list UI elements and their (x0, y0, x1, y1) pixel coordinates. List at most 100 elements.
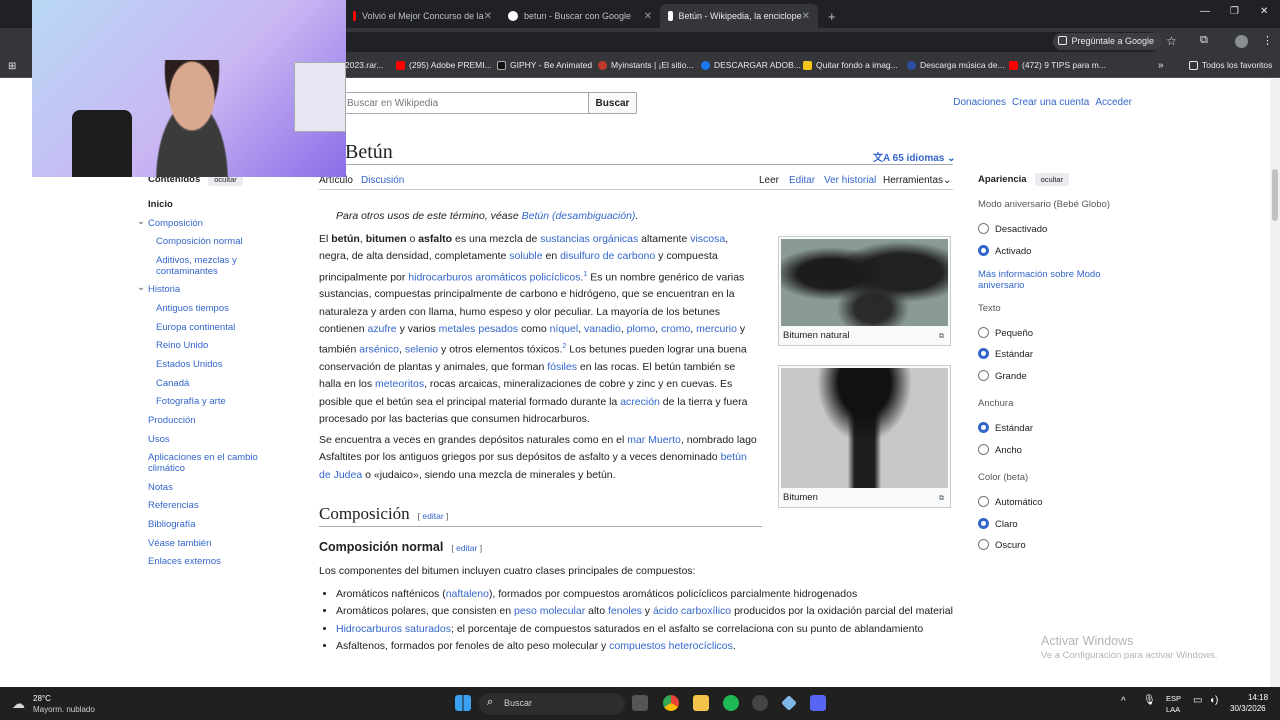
bitumen-spoon-image[interactable] (781, 368, 948, 488)
browser-tab[interactable]: Volvió el Mejor Concurso de la ✕ (345, 4, 500, 28)
more-info-link[interactable]: Más información sobre Modo (978, 269, 1101, 280)
toc-item[interactable]: Notas (148, 482, 173, 493)
radio-option[interactable]: Pequeño (978, 327, 1033, 339)
login-link[interactable]: Acceder (1095, 97, 1132, 108)
extensions-icon[interactable]: ⧉ (1200, 34, 1208, 47)
chevron-down-icon[interactable]: ⌄ (137, 216, 145, 227)
scrollbar[interactable] (1270, 79, 1280, 687)
radio-option[interactable]: Estándar (978, 422, 1033, 434)
create-account-link[interactable]: Crear una cuenta (1012, 97, 1089, 108)
radio-on[interactable] (978, 348, 989, 359)
toc-item[interactable]: Bibliografía (148, 519, 196, 530)
radio-option[interactable]: Grande (978, 370, 1027, 382)
toc-item[interactable]: Historia (148, 284, 180, 295)
radio-option[interactable]: Estándar (978, 348, 1033, 360)
profile-avatar[interactable] (1235, 35, 1248, 48)
weather-desc[interactable]: Mayorm. nublado (33, 705, 95, 714)
toc-item[interactable]: Composición (148, 218, 203, 229)
bitumen-rock-image[interactable] (781, 239, 948, 326)
chevron-up-icon[interactable]: ^ (1121, 696, 1126, 707)
discord-icon[interactable] (810, 695, 826, 711)
appearance-hide-button[interactable]: ocultar (1034, 173, 1070, 186)
edit-section-link[interactable]: [ editar ] (451, 543, 482, 553)
toc-item[interactable]: Producción (148, 415, 196, 426)
monitor-icon[interactable]: ▭ (1193, 695, 1202, 706)
file-explorer-icon[interactable] (693, 695, 709, 711)
radio-option[interactable]: Ancho (978, 444, 1022, 456)
close-icon[interactable]: ✕ (802, 11, 810, 22)
browser-tab-active[interactable]: Betún - Wikipedia, la enciclope ✕ (660, 4, 818, 28)
clock-date[interactable]: 30/3/2026 (1230, 704, 1266, 713)
chevron-down-icon[interactable]: ⌄ (137, 282, 145, 293)
close-icon[interactable]: ✕ (484, 11, 492, 22)
toc-item[interactable]: Composición normal (156, 236, 243, 247)
app-icon[interactable] (781, 695, 797, 711)
tab-edit[interactable]: Editar (789, 175, 815, 186)
wiki-search-input[interactable]: Buscar en Wikipedia (342, 92, 590, 114)
radio-off[interactable] (978, 370, 989, 381)
clock-time[interactable]: 14:18 (1248, 693, 1268, 702)
bookmark-item[interactable]: 2023.rar... (345, 60, 383, 70)
menu-icon[interactable]: ⋮ (1262, 34, 1273, 47)
tab-read[interactable]: Leer (759, 175, 779, 186)
radio-option[interactable]: Oscuro (978, 539, 1026, 551)
bookmark-item[interactable]: (472) 9 TIPS para m... (1009, 60, 1106, 70)
bookmark-item[interactable]: Myinstants | ¡El sitio... (598, 60, 694, 70)
tab-talk[interactable]: Discusión (361, 175, 404, 186)
chrome-icon[interactable] (663, 695, 679, 711)
ask-google-button[interactable]: Pregúntale a Google (1053, 33, 1162, 50)
toc-item[interactable]: Enlaces externos (148, 556, 221, 567)
toc-item[interactable]: Usos (148, 434, 170, 445)
minimize-icon[interactable]: — (1200, 6, 1210, 17)
spotify-icon[interactable] (723, 695, 739, 711)
tab-history[interactable]: Ver historial (824, 175, 876, 186)
disambiguation-link[interactable]: Betún (desambiguación) (522, 210, 636, 222)
toc-item[interactable]: climático (148, 463, 185, 474)
taskbar-search[interactable]: ⌕ Buscar (479, 693, 625, 715)
radio-off[interactable] (978, 496, 989, 507)
toc-item[interactable]: Canadá (156, 378, 189, 389)
microphone-icon[interactable]: 🎙 (1143, 695, 1156, 706)
donate-link[interactable]: Donaciones (953, 97, 1006, 108)
toc-item[interactable]: contaminantes (156, 266, 218, 277)
close-window-icon[interactable]: ✕ (1260, 6, 1268, 17)
radio-option[interactable]: Desactivado (978, 223, 1047, 235)
more-info-link[interactable]: aniversario (978, 280, 1024, 291)
toc-item[interactable]: Referencias (148, 500, 199, 511)
radio-on[interactable] (978, 518, 989, 529)
toc-item[interactable]: Antiguos tiempos (156, 303, 229, 314)
radio-off[interactable] (978, 223, 989, 234)
windows-start-icon[interactable] (455, 695, 471, 711)
radio-off[interactable] (978, 327, 989, 338)
apps-icon[interactable]: ⊞ (8, 61, 16, 72)
scrollbar-thumb[interactable] (1272, 169, 1278, 221)
browser-tab[interactable]: betun - Buscar con Google ✕ (500, 4, 660, 28)
app-icon[interactable] (752, 695, 768, 711)
bookmark-item[interactable]: Descarga música de... (907, 60, 1005, 70)
toc-item[interactable]: Aditivos, mezclas y (156, 255, 237, 266)
radio-off[interactable] (978, 539, 989, 550)
toc-item[interactable]: Europa continental (156, 322, 235, 333)
language-indicator[interactable]: LAA (1166, 705, 1180, 714)
bookmark-star-icon[interactable]: ☆ (1166, 34, 1177, 48)
chevron-right-icon[interactable]: » (1158, 60, 1164, 71)
tools-menu[interactable]: Herramientas (883, 175, 943, 186)
weather-temp[interactable]: 28°C (33, 694, 51, 703)
all-bookmarks[interactable]: Todos los favoritos (1189, 60, 1272, 70)
toc-item[interactable]: Inicio (148, 199, 173, 210)
toc-item[interactable]: Estados Unidos (156, 359, 223, 370)
language-indicator[interactable]: ESP (1166, 694, 1181, 703)
radio-on[interactable] (978, 422, 989, 433)
toc-item[interactable]: Aplicaciones en el cambio (148, 452, 258, 463)
expand-icon[interactable]: ⧉ (939, 495, 944, 503)
maximize-icon[interactable]: ❐ (1230, 6, 1239, 17)
expand-icon[interactable]: ⧉ (939, 333, 944, 341)
bookmark-item[interactable]: DESCARGAR ADOB... (701, 60, 801, 70)
close-icon[interactable]: ✕ (644, 11, 652, 22)
task-view-icon[interactable] (632, 695, 648, 711)
volume-icon[interactable]: ◖) (1209, 695, 1218, 706)
toc-item[interactable]: Fotografía y arte (156, 396, 226, 407)
bookmark-item[interactable]: Quitar fondo a imag... (803, 60, 898, 70)
radio-on[interactable] (978, 245, 989, 256)
toc-item[interactable]: Véase también (148, 538, 211, 549)
